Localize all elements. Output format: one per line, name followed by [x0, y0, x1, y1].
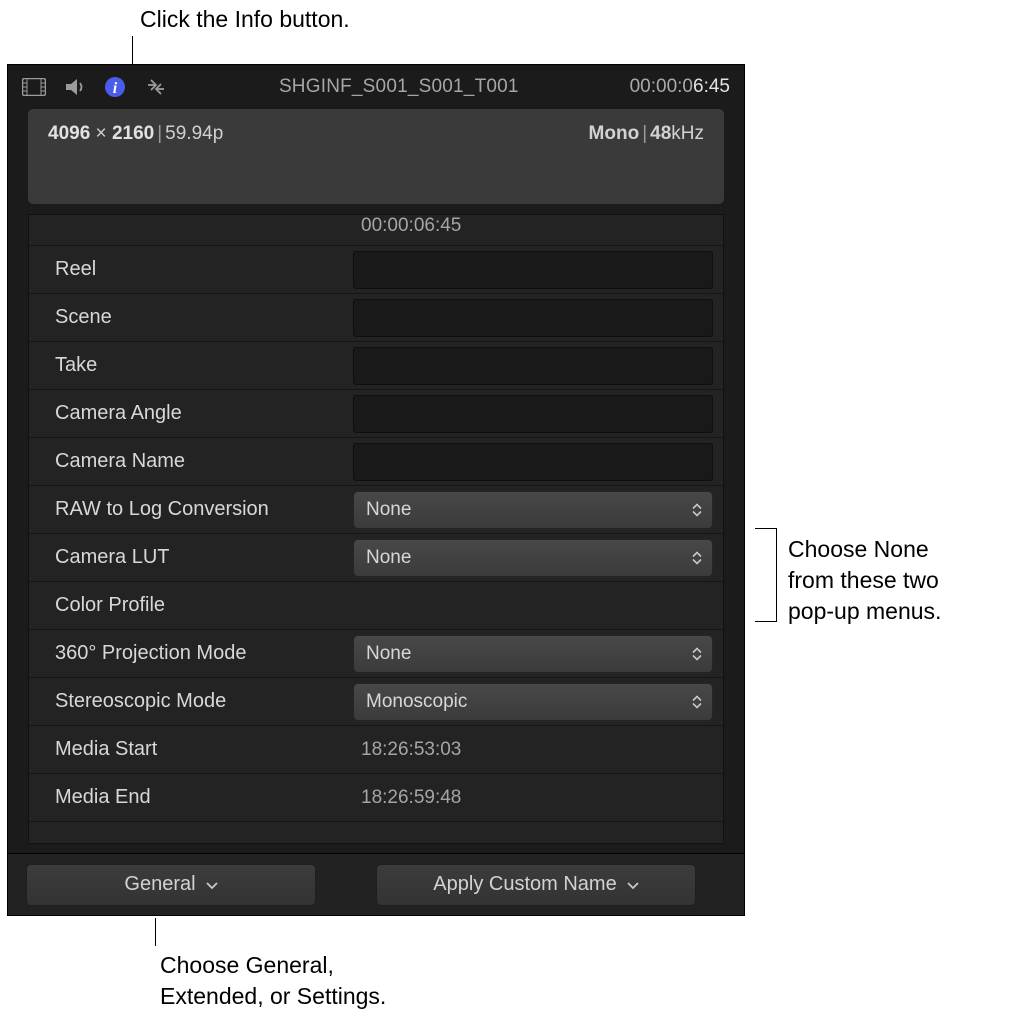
callout-bracket — [755, 528, 777, 622]
timecode-display: 00:00:06:45 — [630, 76, 730, 98]
callout-text: pop-up menus. — [788, 596, 941, 627]
popup-value: None — [366, 547, 411, 569]
row-media-start: Media Start 18:26:53:03 — [29, 725, 723, 773]
label-camera-lut: Camera LUT — [29, 546, 349, 569]
callout-info-button: Click the Info button. — [140, 6, 350, 33]
row-take: Take — [29, 341, 723, 389]
video-tab-icon[interactable] — [22, 78, 46, 96]
label-camera-name: Camera Name — [29, 450, 349, 473]
input-camera-angle[interactable] — [353, 395, 713, 433]
value-media-end: 18:26:59:48 — [349, 787, 723, 809]
res-height: 2160 — [112, 123, 154, 144]
label-reel: Reel — [29, 258, 349, 281]
clip-name: SHGINF_S001_S001_T001 — [186, 76, 612, 98]
res-sep: × — [90, 123, 112, 144]
button-label: Apply Custom Name — [433, 873, 616, 896]
row-camera-angle: Camera Angle — [29, 389, 723, 437]
audio-tab-icon[interactable] — [64, 77, 86, 97]
updown-arrows-icon — [692, 551, 702, 564]
value-media-start: 18:26:53:03 — [349, 739, 723, 761]
apply-custom-name-popup[interactable]: Apply Custom Name — [376, 864, 696, 906]
callout-text: Choose General, — [160, 950, 386, 981]
inspector-window: i SHGINF_S001_S001_T001 00:00:06:45 4096… — [7, 64, 745, 916]
popup-camera-lut[interactable]: None — [353, 539, 713, 577]
popup-360-projection[interactable]: None — [353, 635, 713, 673]
timecode-dim: 00:00:0 — [630, 76, 693, 97]
popup-raw-to-log[interactable]: None — [353, 491, 713, 529]
callout-line — [155, 918, 156, 946]
label-color-profile: Color Profile — [29, 594, 349, 617]
input-reel[interactable] — [353, 251, 713, 289]
button-label: General — [124, 873, 195, 896]
row-duration: Duration 00:00:06:45 — [29, 215, 723, 245]
popup-value: Monoscopic — [366, 691, 467, 713]
label-stereoscopic: Stereoscopic Mode — [29, 690, 349, 713]
row-360-projection: 360° Projection Mode None — [29, 629, 723, 677]
label-duration: Duration — [29, 215, 349, 220]
audio-summary: Mono|48kHz — [589, 123, 704, 145]
label-scene: Scene — [29, 306, 349, 329]
callout-text: from these two — [788, 565, 941, 596]
audio-channels: Mono — [589, 123, 640, 144]
callout-line — [132, 36, 133, 66]
label-media-start: Media Start — [29, 738, 349, 761]
callout-text: Choose None — [788, 534, 941, 565]
audio-unit: kHz — [671, 123, 704, 144]
label-raw-to-log: RAW to Log Conversion — [29, 498, 349, 521]
chevron-down-icon — [627, 873, 639, 896]
res-width: 4096 — [48, 123, 90, 144]
row-reel: Reel — [29, 245, 723, 293]
popup-value: None — [366, 643, 411, 665]
metadata-view-popup[interactable]: General — [26, 864, 316, 906]
row-camera-name: Camera Name — [29, 437, 723, 485]
popup-value: None — [366, 499, 411, 521]
timecode-bright: 6:45 — [693, 76, 730, 97]
inspector-toolbar: i SHGINF_S001_S001_T001 00:00:06:45 — [8, 65, 744, 109]
inspector-bottom-bar: General Apply Custom Name — [8, 853, 744, 915]
callout-popup-menus: Choose None from these two pop-up menus. — [788, 534, 941, 627]
share-tab-icon[interactable] — [144, 77, 168, 97]
chevron-down-icon — [206, 873, 218, 896]
input-camera-name[interactable] — [353, 443, 713, 481]
input-take[interactable] — [353, 347, 713, 385]
callout-metadata-view: Choose General, Extended, or Settings. — [160, 950, 386, 1012]
audio-rate: 48 — [650, 123, 671, 144]
label-camera-angle: Camera Angle — [29, 402, 349, 425]
row-color-profile: Color Profile — [29, 581, 723, 629]
label-take: Take — [29, 354, 349, 377]
metadata-table: Duration 00:00:06:45 Reel Scene Take Cam… — [28, 214, 724, 844]
callout-text: Extended, or Settings. — [160, 981, 386, 1012]
updown-arrows-icon — [692, 695, 702, 708]
updown-arrows-icon — [692, 647, 702, 660]
label-360-projection: 360° Projection Mode — [29, 642, 349, 665]
updown-arrows-icon — [692, 503, 702, 516]
row-camera-lut: Camera LUT None — [29, 533, 723, 581]
info-tab-icon[interactable]: i — [104, 76, 126, 98]
row-media-end: Media End 18:26:59:48 — [29, 773, 723, 821]
value-duration: 00:00:06:45 — [349, 215, 723, 237]
row-raw-to-log: RAW to Log Conversion None — [29, 485, 723, 533]
media-summary-header: 4096 × 2160|59.94p Mono|48kHz — [28, 109, 724, 204]
popup-stereoscopic[interactable]: Monoscopic — [353, 683, 713, 721]
row-scene: Scene — [29, 293, 723, 341]
input-scene[interactable] — [353, 299, 713, 337]
label-media-end: Media End — [29, 786, 349, 809]
row-stereoscopic: Stereoscopic Mode Monoscopic — [29, 677, 723, 725]
svg-text:i: i — [113, 80, 118, 97]
framerate: 59.94p — [165, 123, 223, 144]
row-cutoff — [29, 821, 723, 843]
